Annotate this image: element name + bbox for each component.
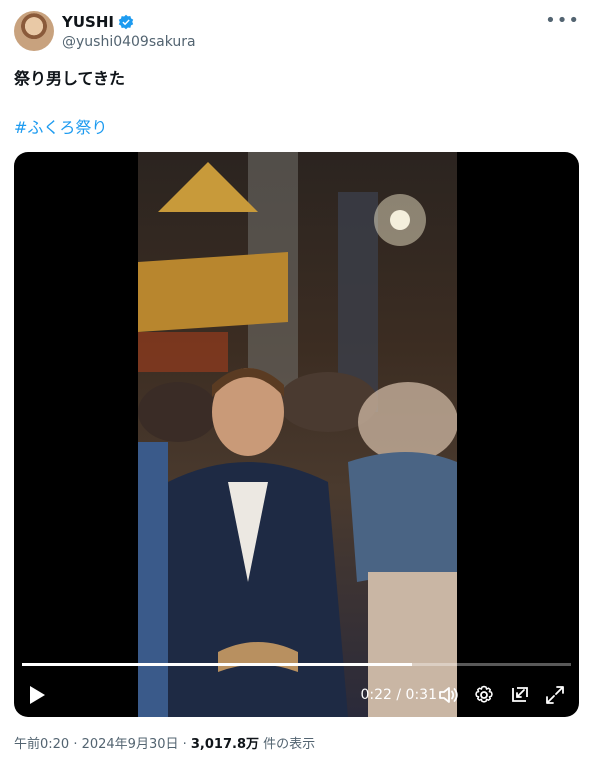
author-handle[interactable]: @yushi0409sakura (62, 33, 196, 51)
post-text: 祭り男してきた (14, 69, 126, 88)
fullscreen-icon[interactable] (544, 684, 566, 706)
picture-in-picture-icon[interactable] (509, 684, 531, 706)
video-progress-bar[interactable] (22, 663, 571, 666)
video-time-display: 0:22 / 0:31 (360, 687, 438, 703)
author-display-name[interactable]: YUSHI (62, 12, 114, 32)
verified-badge-icon (118, 14, 134, 30)
volume-icon[interactable] (437, 684, 459, 706)
author-name-row: YUSHI (62, 12, 134, 32)
video-frame (138, 152, 457, 717)
views-count: 3,017.8万 (190, 737, 259, 752)
more-options-icon[interactable]: ••• (545, 12, 580, 30)
play-icon[interactable] (28, 685, 46, 705)
video-scene (138, 152, 457, 717)
post-metadata: 午前0:20 · 2024年9月30日 · 3,017.8万 件の表示 (14, 736, 315, 754)
author-avatar[interactable] (14, 11, 54, 51)
post-timestamp[interactable]: 午前0:20 · 2024年9月30日 · (14, 737, 191, 752)
views-label: 件の表示 (259, 737, 316, 752)
video-player[interactable]: 0:22 / 0:31 (14, 152, 579, 717)
video-progress-fill (22, 663, 412, 666)
hashtag-link[interactable]: #ふくろ祭り (14, 117, 107, 139)
settings-gear-icon[interactable] (473, 684, 495, 706)
